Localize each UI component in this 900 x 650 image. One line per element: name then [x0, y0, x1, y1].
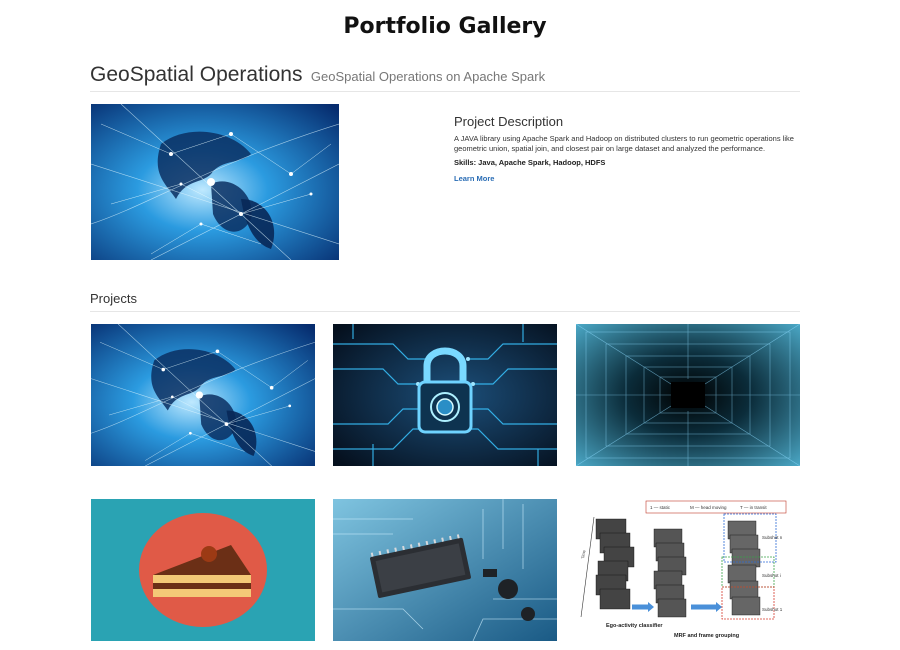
data-tunnel-thumbnail-icon [576, 324, 800, 466]
page-title: Portfolio Gallery [343, 14, 547, 39]
project-thumbnail-padlock[interactable] [333, 324, 557, 466]
featured-project-title: GeoSpatial Operations [90, 63, 303, 86]
diagram-label-subshot-1: Subshot 1 [762, 607, 783, 612]
video-frames-diagram-thumbnail-icon: 1 — static M — head moving T — in transi… [576, 499, 800, 641]
project-description-heading: Project Description [454, 114, 564, 129]
diagram-legend-head-moving: M — head moving [690, 505, 727, 510]
project-thumbnail-cake[interactable] [91, 499, 315, 641]
cake-slice-thumbnail-icon [91, 499, 315, 641]
diagram-label-mrf-grouping: MRF and frame grouping [674, 633, 739, 639]
project-thumbnail-globe[interactable] [91, 324, 315, 466]
project-description-panel: Project Description A JAVA library using… [454, 114, 799, 186]
project-skills: Skills: Java, Apache Spark, Hadoop, HDFS [454, 158, 606, 168]
project-description-text: A JAVA library using Apache Spark and Ha… [454, 134, 794, 153]
circuit-board-chip-thumbnail-icon [333, 499, 557, 641]
diagram-label-subshot-i: Subshot i [762, 573, 781, 578]
project-thumbnail-circuit[interactable] [333, 499, 557, 641]
projects-section-heading: Projects [90, 291, 800, 312]
learn-more-link[interactable]: Learn More [454, 174, 494, 183]
globe-network-thumbnail-icon [91, 324, 315, 466]
diagram-label-classifier: Ego-activity classifier [606, 623, 663, 629]
project-thumbnail-video-frames[interactable]: 1 — static M — head moving T — in transi… [576, 499, 800, 641]
featured-project-header: GeoSpatial Operations GeoSpatial Operati… [90, 63, 800, 92]
diagram-legend-in-transit: T — in transit [740, 505, 767, 510]
digital-padlock-thumbnail-icon [333, 324, 557, 466]
featured-project-subtitle: GeoSpatial Operations on Apache Spark [310, 69, 546, 84]
featured-project-image [91, 104, 339, 260]
diagram-legend-static: 1 — static [650, 505, 671, 510]
project-thumbnail-tunnel[interactable] [576, 324, 800, 466]
diagram-label-subshot-n: Subshot n [762, 535, 783, 540]
